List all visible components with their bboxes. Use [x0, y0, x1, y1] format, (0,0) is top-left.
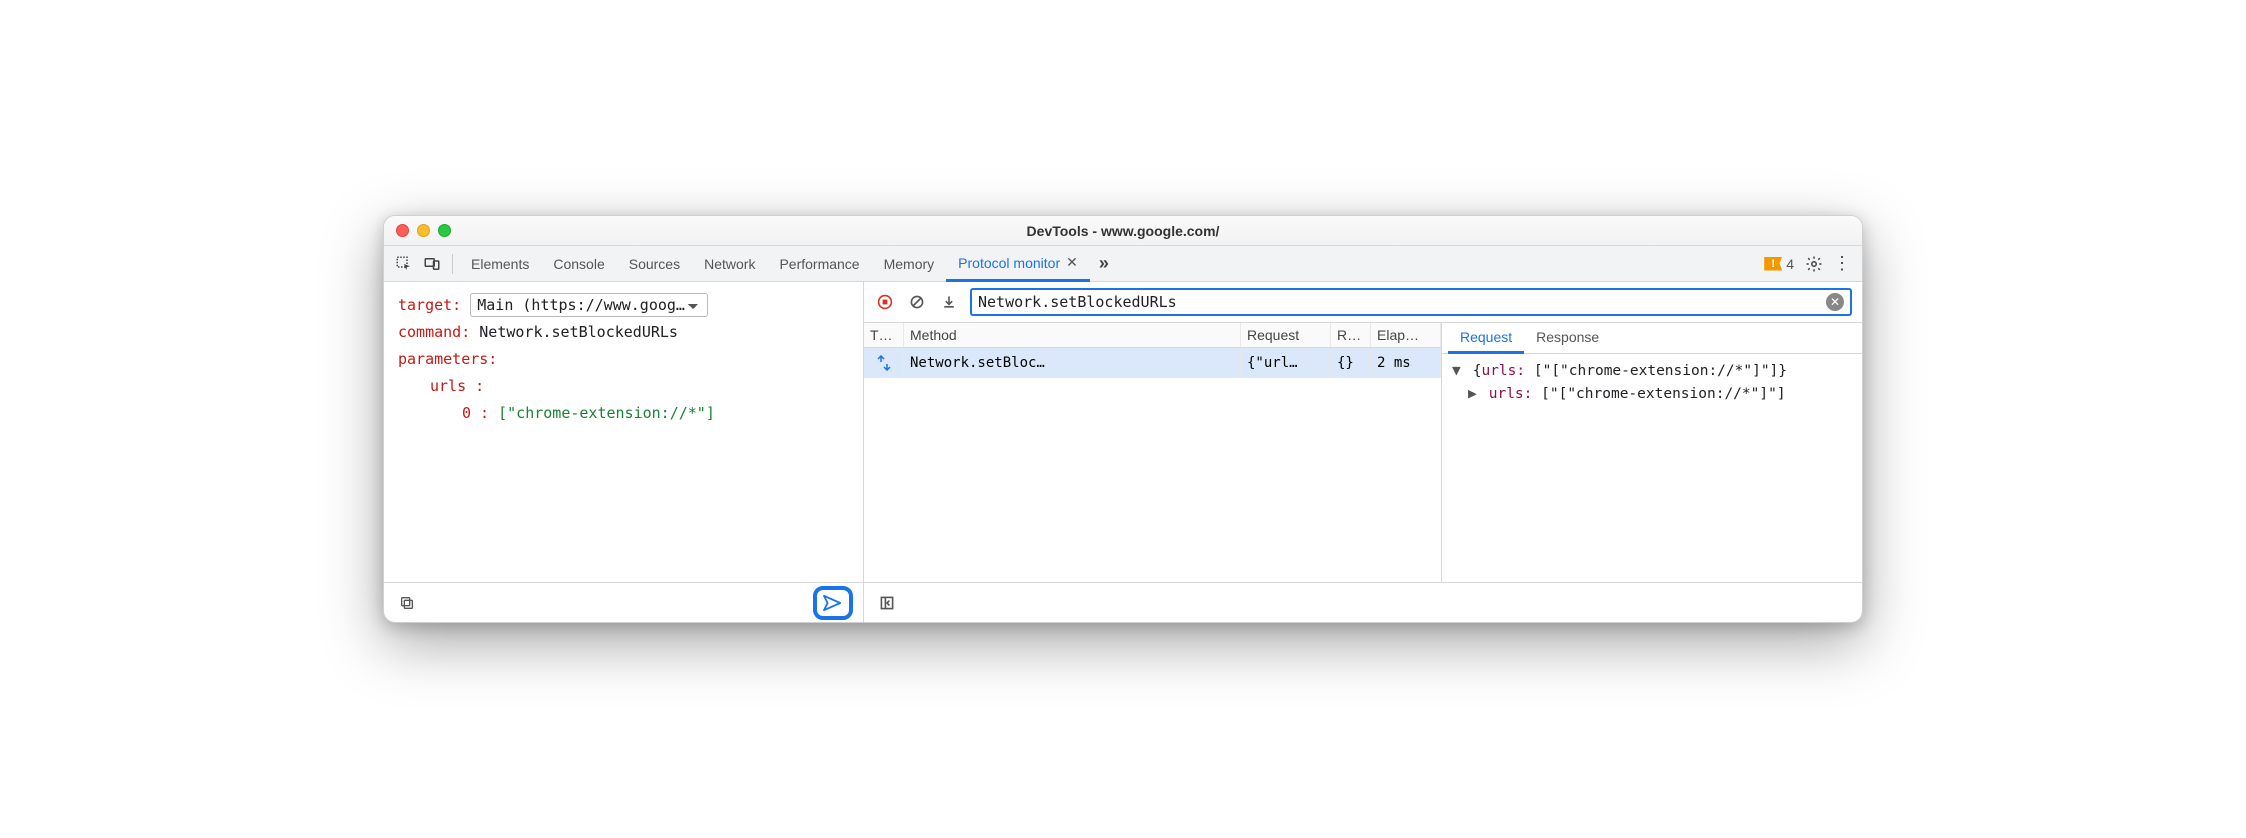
index0-label: 0 : — [462, 404, 489, 422]
tab-performance[interactable]: Performance — [767, 246, 871, 282]
download-icon[interactable] — [938, 291, 960, 313]
index0-value[interactable]: ["chrome-extension://*"] — [498, 404, 715, 422]
tab-elements[interactable]: Elements — [459, 246, 541, 282]
urls-label: urls : — [430, 377, 484, 395]
filter-input[interactable] — [978, 293, 1826, 311]
th-request[interactable]: Request — [1241, 323, 1331, 347]
chevron-right-icon[interactable]: ▶ — [1468, 383, 1480, 406]
collapse-panel-icon[interactable] — [874, 590, 900, 616]
window-title: DevTools - www.google.com/ — [384, 223, 1862, 239]
devtools-tabbar: Elements Console Sources Network Perform… — [384, 246, 1862, 282]
target-select[interactable]: Main (https://www.goog… — [470, 293, 708, 317]
detail-line-urls[interactable]: ▶ urls: ["["chrome-extension://*"]"] — [1452, 383, 1852, 406]
issues-badge[interactable]: ! 4 — [1758, 256, 1800, 272]
settings-icon[interactable] — [1800, 250, 1828, 278]
parameters-label: parameters: — [398, 350, 497, 368]
inspect-element-icon[interactable] — [390, 250, 418, 278]
window-close-button[interactable] — [396, 224, 409, 237]
command-editor-panel: target: Main (https://www.goog… command:… — [384, 282, 864, 622]
command-value[interactable]: Network.setBlockedURLs — [479, 323, 678, 341]
issues-count: 4 — [1786, 256, 1794, 272]
detail-tab-request[interactable]: Request — [1448, 323, 1524, 354]
th-type[interactable]: T… — [864, 323, 904, 347]
detail-panel: Request Response ▼ {urls: ["["chrome-ext… — [1442, 323, 1862, 582]
row-elapsed: 2 ms — [1371, 351, 1441, 375]
protocol-table: T… Method Request R… Elap… Network.setBl… — [864, 323, 1442, 582]
detail-line-root[interactable]: ▼ {urls: ["["chrome-extension://*"]"]} — [1452, 360, 1852, 383]
more-tabs-icon[interactable]: » — [1090, 250, 1118, 278]
tab-protocol-monitor[interactable]: Protocol monitor ✕ — [946, 246, 1090, 282]
close-icon[interactable]: ✕ — [1066, 254, 1078, 271]
command-label: command: — [398, 323, 470, 341]
tab-protocol-monitor-label: Protocol monitor — [958, 255, 1060, 271]
direction-icon — [870, 355, 897, 371]
devtools-window: DevTools - www.google.com/ Elements Cons… — [383, 215, 1863, 623]
send-command-button[interactable] — [813, 586, 853, 620]
kebab-menu-icon[interactable]: ⋮ — [1828, 250, 1856, 278]
target-label: target: — [398, 296, 461, 314]
row-response: {} — [1331, 351, 1371, 375]
tab-memory[interactable]: Memory — [872, 246, 947, 282]
titlebar: DevTools - www.google.com/ — [384, 216, 1862, 246]
th-elapsed[interactable]: Elap… — [1371, 323, 1441, 347]
warning-flag-icon: ! — [1764, 257, 1782, 271]
row-method: Network.setBloc… — [904, 351, 1241, 375]
th-response[interactable]: R… — [1331, 323, 1371, 347]
copy-icon[interactable] — [394, 590, 420, 616]
chevron-down-icon[interactable]: ▼ — [1452, 360, 1464, 383]
window-minimize-button[interactable] — [417, 224, 430, 237]
window-zoom-button[interactable] — [438, 224, 451, 237]
detail-tab-response[interactable]: Response — [1524, 323, 1611, 353]
clear-log-icon[interactable] — [906, 291, 928, 313]
device-toggle-icon[interactable] — [418, 250, 446, 278]
th-method[interactable]: Method — [904, 323, 1241, 347]
tab-network[interactable]: Network — [692, 246, 767, 282]
row-request: {"url… — [1241, 351, 1331, 375]
protocol-log-panel: ✕ T… Method Request R… Elap… — [864, 282, 1862, 622]
table-row[interactable]: Network.setBloc… {"url… {} 2 ms — [864, 348, 1441, 378]
record-icon[interactable] — [874, 291, 896, 313]
tab-console[interactable]: Console — [541, 246, 616, 282]
filter-input-container: ✕ — [970, 288, 1852, 316]
tab-sources[interactable]: Sources — [617, 246, 692, 282]
clear-filter-icon[interactable]: ✕ — [1826, 293, 1844, 311]
